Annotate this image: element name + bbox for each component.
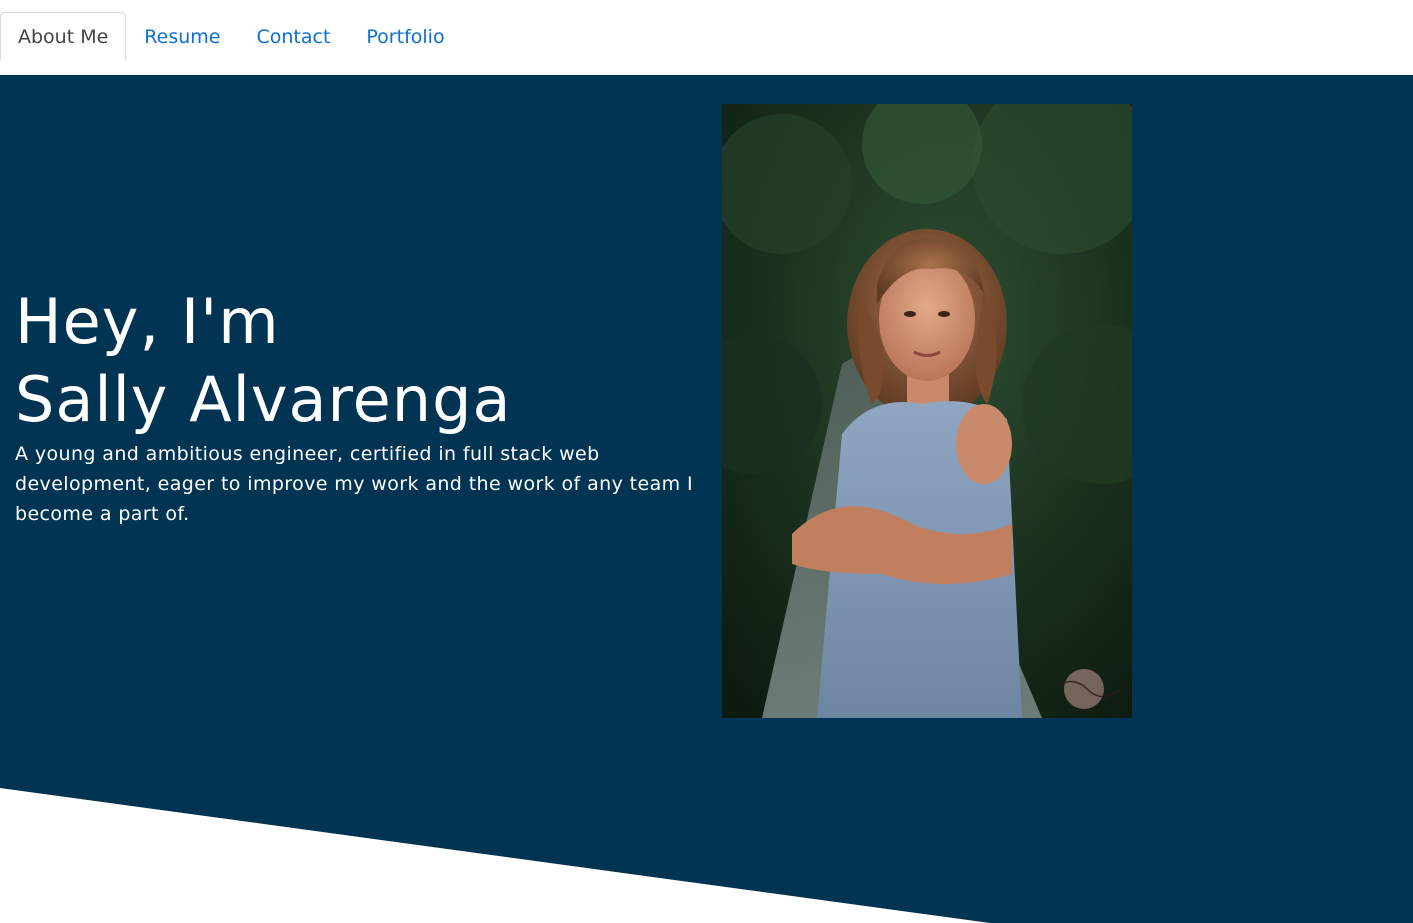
hero-section: Hey, I'm Sally Alvarenga A young and amb… xyxy=(0,75,1413,923)
hero-bio: A young and ambitious engineer, certifie… xyxy=(15,443,693,525)
tab-about-me[interactable]: About Me xyxy=(0,12,127,60)
nav-tabs: About Me Resume Contact Portfolio xyxy=(0,12,463,60)
navbar: About Me Resume Contact Portfolio xyxy=(0,0,1413,75)
hero-greeting: Hey, I'm xyxy=(15,285,280,358)
profile-photo xyxy=(722,104,1132,718)
page: About Me Resume Contact Portfolio Hey, I… xyxy=(0,0,1413,923)
hero-name: Sally Alvarenga xyxy=(15,363,512,436)
tab-contact[interactable]: Contact xyxy=(238,12,348,60)
tab-resume[interactable]: Resume xyxy=(126,12,238,60)
tab-portfolio[interactable]: Portfolio xyxy=(348,12,462,60)
hero-text: Hey, I'm Sally Alvarenga A young and amb… xyxy=(15,283,695,529)
